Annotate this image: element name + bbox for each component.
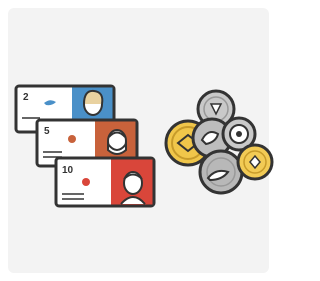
banknote-10-denomination: 10 <box>62 165 74 176</box>
portrait-man-icon <box>120 171 146 205</box>
banknote-10: 10 <box>54 156 156 208</box>
portrait-bearded-man-icon <box>107 129 127 155</box>
portrait-woman-icon <box>83 89 104 116</box>
banknote-2-denomination: 2 <box>23 92 29 103</box>
money-illustration-icon: 2 5 10 <box>14 84 274 208</box>
coin-silver-bottom <box>198 149 244 195</box>
coin-gold-right <box>236 143 274 181</box>
banknote-5-denomination: 5 <box>44 126 50 137</box>
